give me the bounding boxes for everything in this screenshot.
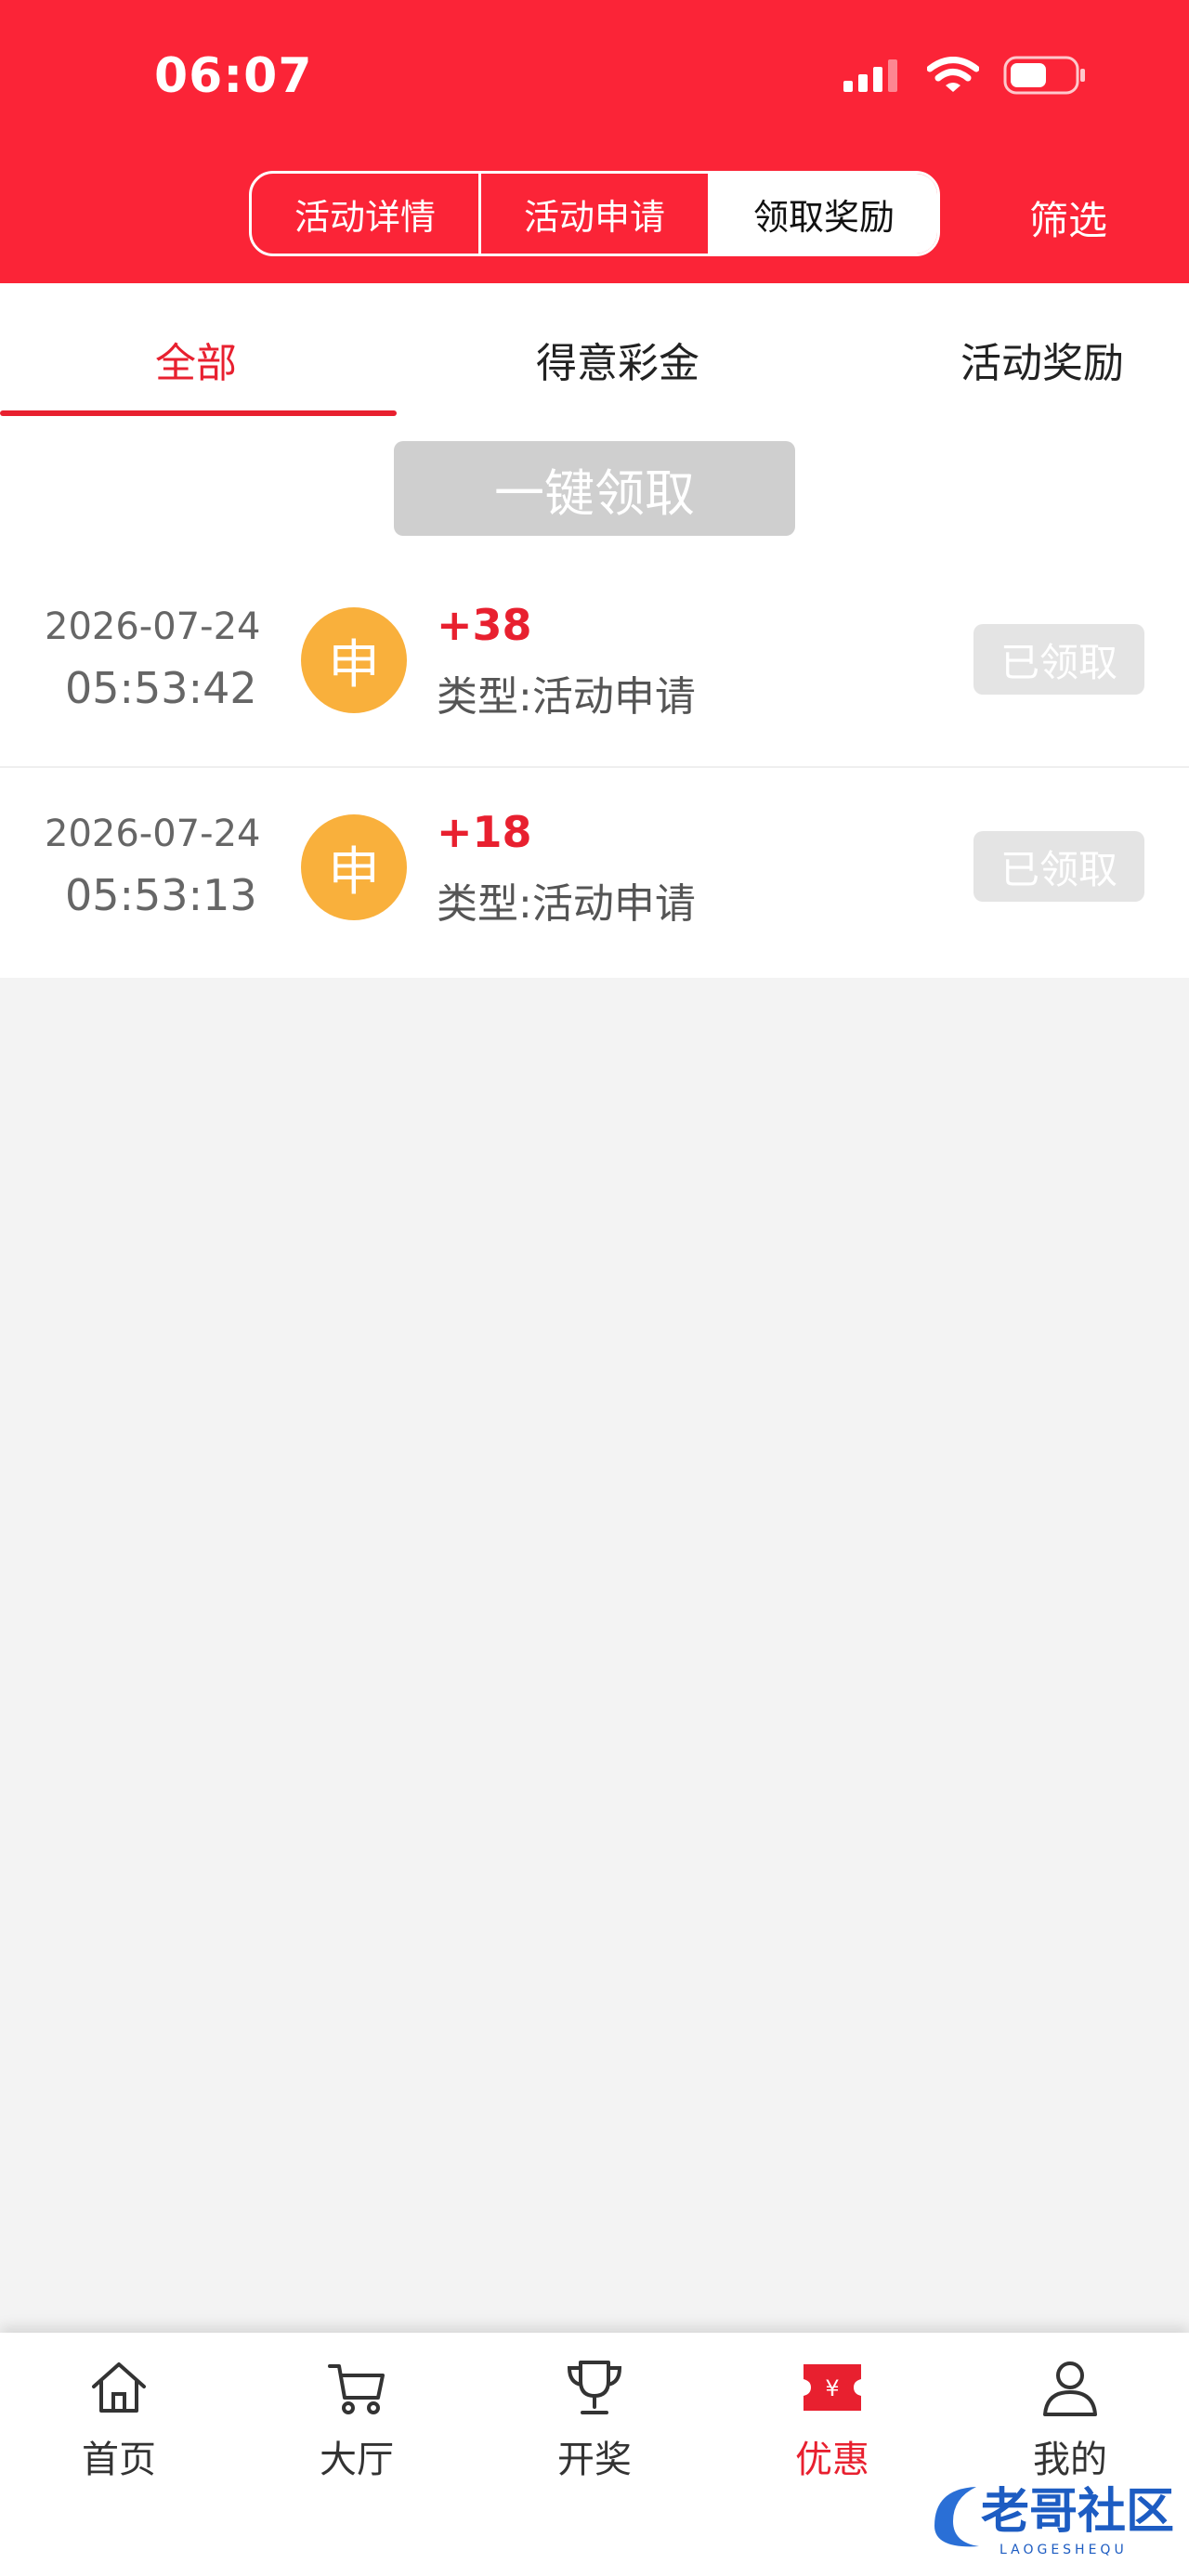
svg-text:¥: ¥ bbox=[825, 2375, 839, 2401]
tab-activity-reward[interactable]: 活动奖励 bbox=[960, 330, 1124, 389]
status-time: 06:07 bbox=[154, 48, 313, 104]
nav-promo-label: 优惠 bbox=[795, 2439, 869, 2481]
header-bar: 06:07 活动详情 活动申请 领取奖励 筛选 bbox=[0, 0, 1189, 283]
record-date: 2026-07-24 bbox=[45, 605, 261, 648]
nav-home-label: 首页 bbox=[82, 2439, 156, 2481]
signal-icon bbox=[843, 59, 897, 92]
list-item: 2026-07-24 05:53:42 申 +38 类型:活动申请 已领取 bbox=[0, 561, 1189, 768]
sub-tabs: 全部 得意彩金 活动奖励 bbox=[0, 283, 1189, 420]
record-date: 2026-07-24 bbox=[45, 813, 261, 855]
nav-promo[interactable]: ¥ 优惠 bbox=[758, 2355, 907, 2483]
reward-list: 2026-07-24 05:53:42 申 +38 类型:活动申请 已领取 20… bbox=[0, 561, 1189, 978]
status-icons bbox=[843, 56, 1087, 95]
record-time: 05:53:42 bbox=[65, 663, 257, 713]
coupon-icon: ¥ bbox=[804, 2364, 861, 2411]
nav-home[interactable]: 首页 bbox=[45, 2355, 193, 2483]
apply-badge-icon: 申 bbox=[301, 814, 407, 920]
claim-all-button[interactable]: 一键领取 bbox=[394, 441, 795, 536]
segment-activity-apply[interactable]: 活动申请 bbox=[481, 174, 711, 254]
svg-text:LAOGESHEQU: LAOGESHEQU bbox=[1000, 2543, 1128, 2557]
segment-claim-reward[interactable]: 领取奖励 bbox=[711, 174, 937, 254]
record-type: 类型:活动申请 bbox=[437, 673, 696, 721]
record-time: 05:53:13 bbox=[65, 870, 257, 920]
home-icon bbox=[92, 2362, 146, 2413]
nav-lobby[interactable]: 大厅 bbox=[282, 2355, 431, 2483]
battery-icon bbox=[1003, 56, 1085, 95]
svg-text:老哥社区: 老哥社区 bbox=[981, 2484, 1174, 2540]
record-type: 类型:活动申请 bbox=[437, 880, 696, 928]
wifi-icon bbox=[927, 57, 979, 92]
watermark-logo: 老哥社区 LAOGESHEQU bbox=[934, 2484, 1174, 2557]
page: 06:07 活动详情 活动申请 领取奖励 筛选 全部 得意彩金 活动奖励 一键领… bbox=[0, 0, 1189, 2576]
nav-draw-label: 开奖 bbox=[557, 2439, 632, 2481]
claimed-status-button: 已领取 bbox=[973, 624, 1144, 695]
segment-activity-details[interactable]: 活动详情 bbox=[252, 174, 481, 254]
record-amount: +38 bbox=[437, 600, 532, 650]
active-tab-indicator bbox=[0, 410, 397, 416]
list-item: 2026-07-24 05:53:13 申 +18 类型:活动申请 已领取 bbox=[0, 768, 1189, 978]
cart-icon bbox=[328, 2364, 385, 2414]
activity-segmented-control: 活动详情 活动申请 领取奖励 bbox=[249, 171, 940, 256]
record-amount: +18 bbox=[437, 807, 532, 857]
filter-button[interactable]: 筛选 bbox=[1029, 189, 1107, 246]
apply-badge-icon: 申 bbox=[301, 607, 407, 713]
nav-mine[interactable]: 我的 bbox=[996, 2355, 1144, 2483]
tab-bonus[interactable]: 得意彩金 bbox=[536, 330, 699, 389]
claimed-status-button: 已领取 bbox=[973, 831, 1144, 902]
user-icon bbox=[1043, 2361, 1097, 2416]
tab-all[interactable]: 全部 bbox=[155, 330, 237, 389]
trophy-icon bbox=[567, 2361, 622, 2414]
nav-draw[interactable]: 开奖 bbox=[520, 2355, 669, 2483]
nav-lobby-label: 大厅 bbox=[320, 2439, 394, 2481]
